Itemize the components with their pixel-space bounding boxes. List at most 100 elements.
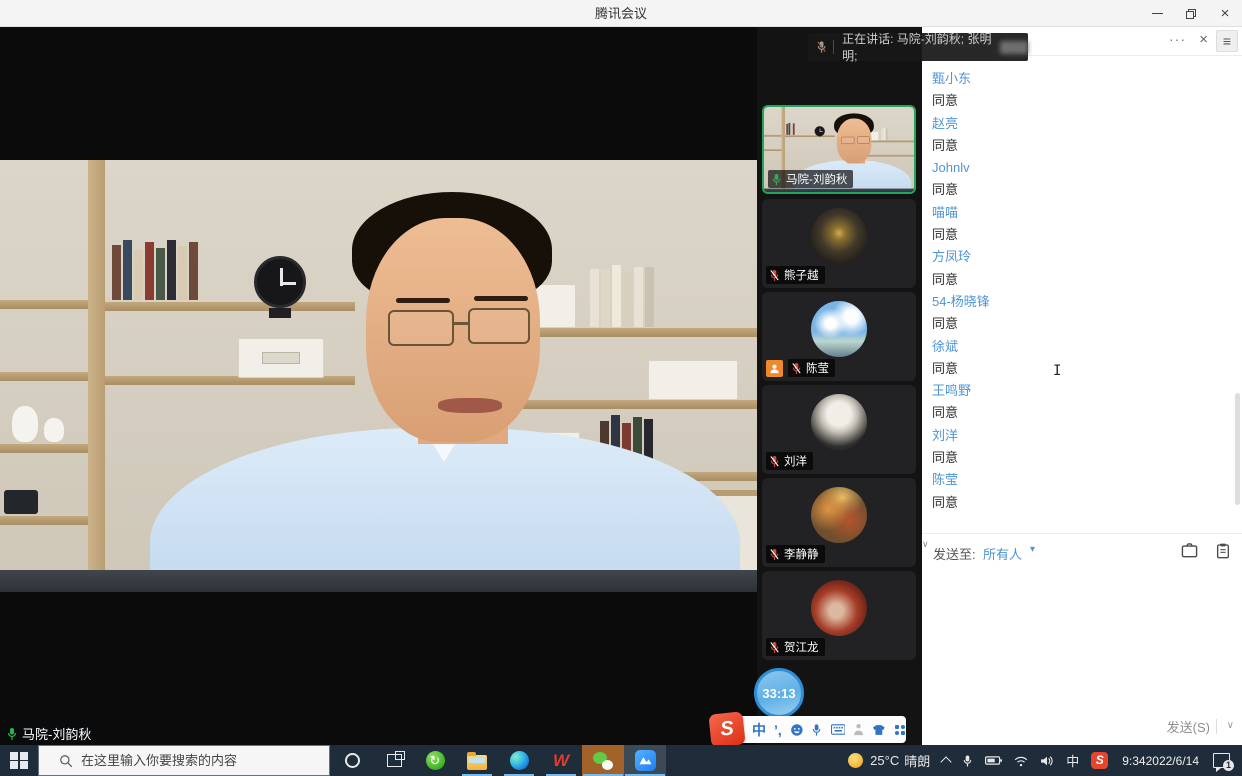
chat-message: 54-杨晓锋同意 [932,291,1212,336]
ime-toolbar[interactable]: S 中 ’, [716,716,906,743]
participant-name-label: 马院-刘韵秋 [768,170,853,188]
task-view-button[interactable] [374,745,414,776]
taskbar-search[interactable] [38,745,330,776]
sogou-logo-icon[interactable]: S [708,711,745,747]
tray-sogou[interactable]: S [1085,745,1114,776]
send-button[interactable]: 发送(S) [1167,717,1210,736]
divider [1216,719,1217,734]
weather-temp: 25°C [870,753,899,768]
chevron-up-icon [941,756,952,767]
avatar [811,394,867,450]
windows-logo-icon [10,752,28,770]
notification-icon: 1 [1213,753,1230,768]
taskbar-app-explorer[interactable] [456,745,498,776]
close-button[interactable]: × [1208,0,1242,27]
screen: 腾讯会议 × [0,0,1242,776]
text-cursor: I [1053,363,1062,378]
chat-scrollbar[interactable] [1235,393,1240,505]
minimize-button[interactable] [1140,0,1174,27]
screenshot-icon[interactable] [1181,543,1198,559]
chat-message: 甄小东同意 [932,68,1212,113]
restore-icon [1186,9,1196,19]
speaking-toast-text: 正在讲话: 马院-刘韵秋; 张明明; [842,30,996,64]
edge-browser-icon [510,751,529,770]
mic-muted-icon [769,455,780,468]
chat-message: Johnlv同意 [932,157,1212,202]
cortana-button[interactable] [330,745,374,776]
participant-tile[interactable]: 贺江龙 [762,571,916,660]
windows-taskbar: ↻ W 25°C 晴朗 中 [0,745,1242,776]
participant-name-label: 刘洋 [766,452,813,470]
tray-network[interactable] [1008,745,1034,776]
taskbar-app-edge[interactable] [498,745,540,776]
mic-on-icon [771,173,782,186]
ime-punctuation-toggle[interactable]: ’, [774,723,782,737]
taskbar-app-sync[interactable]: ↻ [414,745,456,776]
clock-time: 9:34 [1122,754,1145,768]
chat-message-list[interactable]: 甄小东同意 赵亮同意 Johnlv同意 喵喵同意 方凤玲同意 54-杨晓锋同意 … [932,68,1212,514]
main-video-stage [0,27,757,745]
window-titlebar: 腾讯会议 × [0,0,1242,27]
chat-message: 喵喵同意 [932,202,1212,247]
chevron-down-icon[interactable]: ▾ [1030,544,1035,555]
sun-icon [848,753,863,768]
taskbar-app-wps[interactable]: W [540,745,582,776]
chat-message: 刘洋同意 [932,425,1212,470]
search-input[interactable] [81,753,321,768]
ime-mode-toggle[interactable]: 中 [752,723,766,737]
chat-panel: ··· × ≡ 甄小东同意 赵亮同意 Johnlv同意 喵喵同意 方凤玲同意 5… [922,27,1242,745]
participant-tile[interactable]: 李静静 [762,478,916,567]
avatar [811,301,867,357]
tray-expand-button[interactable] [936,745,956,776]
chevron-down-icon[interactable]: ∨ [922,539,929,549]
chat-message: 赵亮同意 [932,113,1212,158]
skin-icon[interactable] [872,723,886,737]
restore-button[interactable] [1174,0,1208,27]
participant-tile[interactable]: 熊子越 [762,199,916,288]
participant-tile-active-speaker[interactable]: 马院-刘韵秋 [762,105,916,194]
chat-menu-button[interactable]: ≡ [1216,30,1238,52]
toolbox-icon[interactable] [894,723,906,737]
tray-mic[interactable] [956,745,979,776]
minimize-icon [1152,13,1163,15]
chat-message: 方凤玲同意 [932,246,1212,291]
passthrough-mode-icon[interactable] [853,722,864,737]
send-to-selector[interactable]: 所有人 [983,544,1022,563]
chat-message: 徐斌同意 [932,336,1212,381]
participant-tile[interactable]: 刘洋 [762,385,916,474]
tray-ime-indicator[interactable]: 中 [1060,745,1085,776]
avatar [811,580,867,636]
tray-volume[interactable] [1034,745,1060,776]
taskbar-app-wechat[interactable] [582,745,624,776]
participant-tile[interactable]: 陈莹 [762,292,916,381]
weather-widget[interactable]: 25°C 晴朗 [842,745,936,776]
keyboard-icon[interactable] [831,723,846,736]
participant-name-label: 贺江龙 [766,638,825,656]
tray-battery[interactable] [979,745,1008,776]
chat-input-area[interactable] [922,567,1242,717]
mic-muted-icon [791,362,802,375]
mic-icon [962,754,973,768]
participant-name-label: 陈莹 [788,359,835,377]
file-explorer-icon [467,755,487,770]
tencent-meeting-icon [635,750,656,771]
chat-close-button[interactable]: × [1199,31,1208,48]
taskbar-clock[interactable]: 9:34 2022/6/14 [1114,745,1207,776]
speaker-name-label: 马院-刘韵秋 [2,722,98,745]
wps-office-icon: W [553,751,569,771]
mic-muted-icon [816,40,827,54]
speaker-icon [1040,755,1054,767]
chat-history-icon[interactable] [1216,543,1230,559]
chat-more-button[interactable]: ··· [1169,31,1186,47]
emoji-picker-icon[interactable] [790,722,804,738]
chat-message: 陈莹同意 [932,469,1212,514]
chat-message: 王鸣野同意 [932,380,1212,425]
start-button[interactable] [0,745,38,776]
voice-input-icon[interactable] [811,722,822,738]
speaker-video [0,160,757,592]
taskbar-app-meeting[interactable] [624,745,666,776]
send-options-chevron-icon[interactable]: ∨ [1227,720,1234,731]
clock-date: 2022/6/14 [1146,754,1199,768]
action-center-button[interactable]: 1 [1207,745,1242,776]
meeting-timer[interactable]: 33:13 [754,668,804,718]
